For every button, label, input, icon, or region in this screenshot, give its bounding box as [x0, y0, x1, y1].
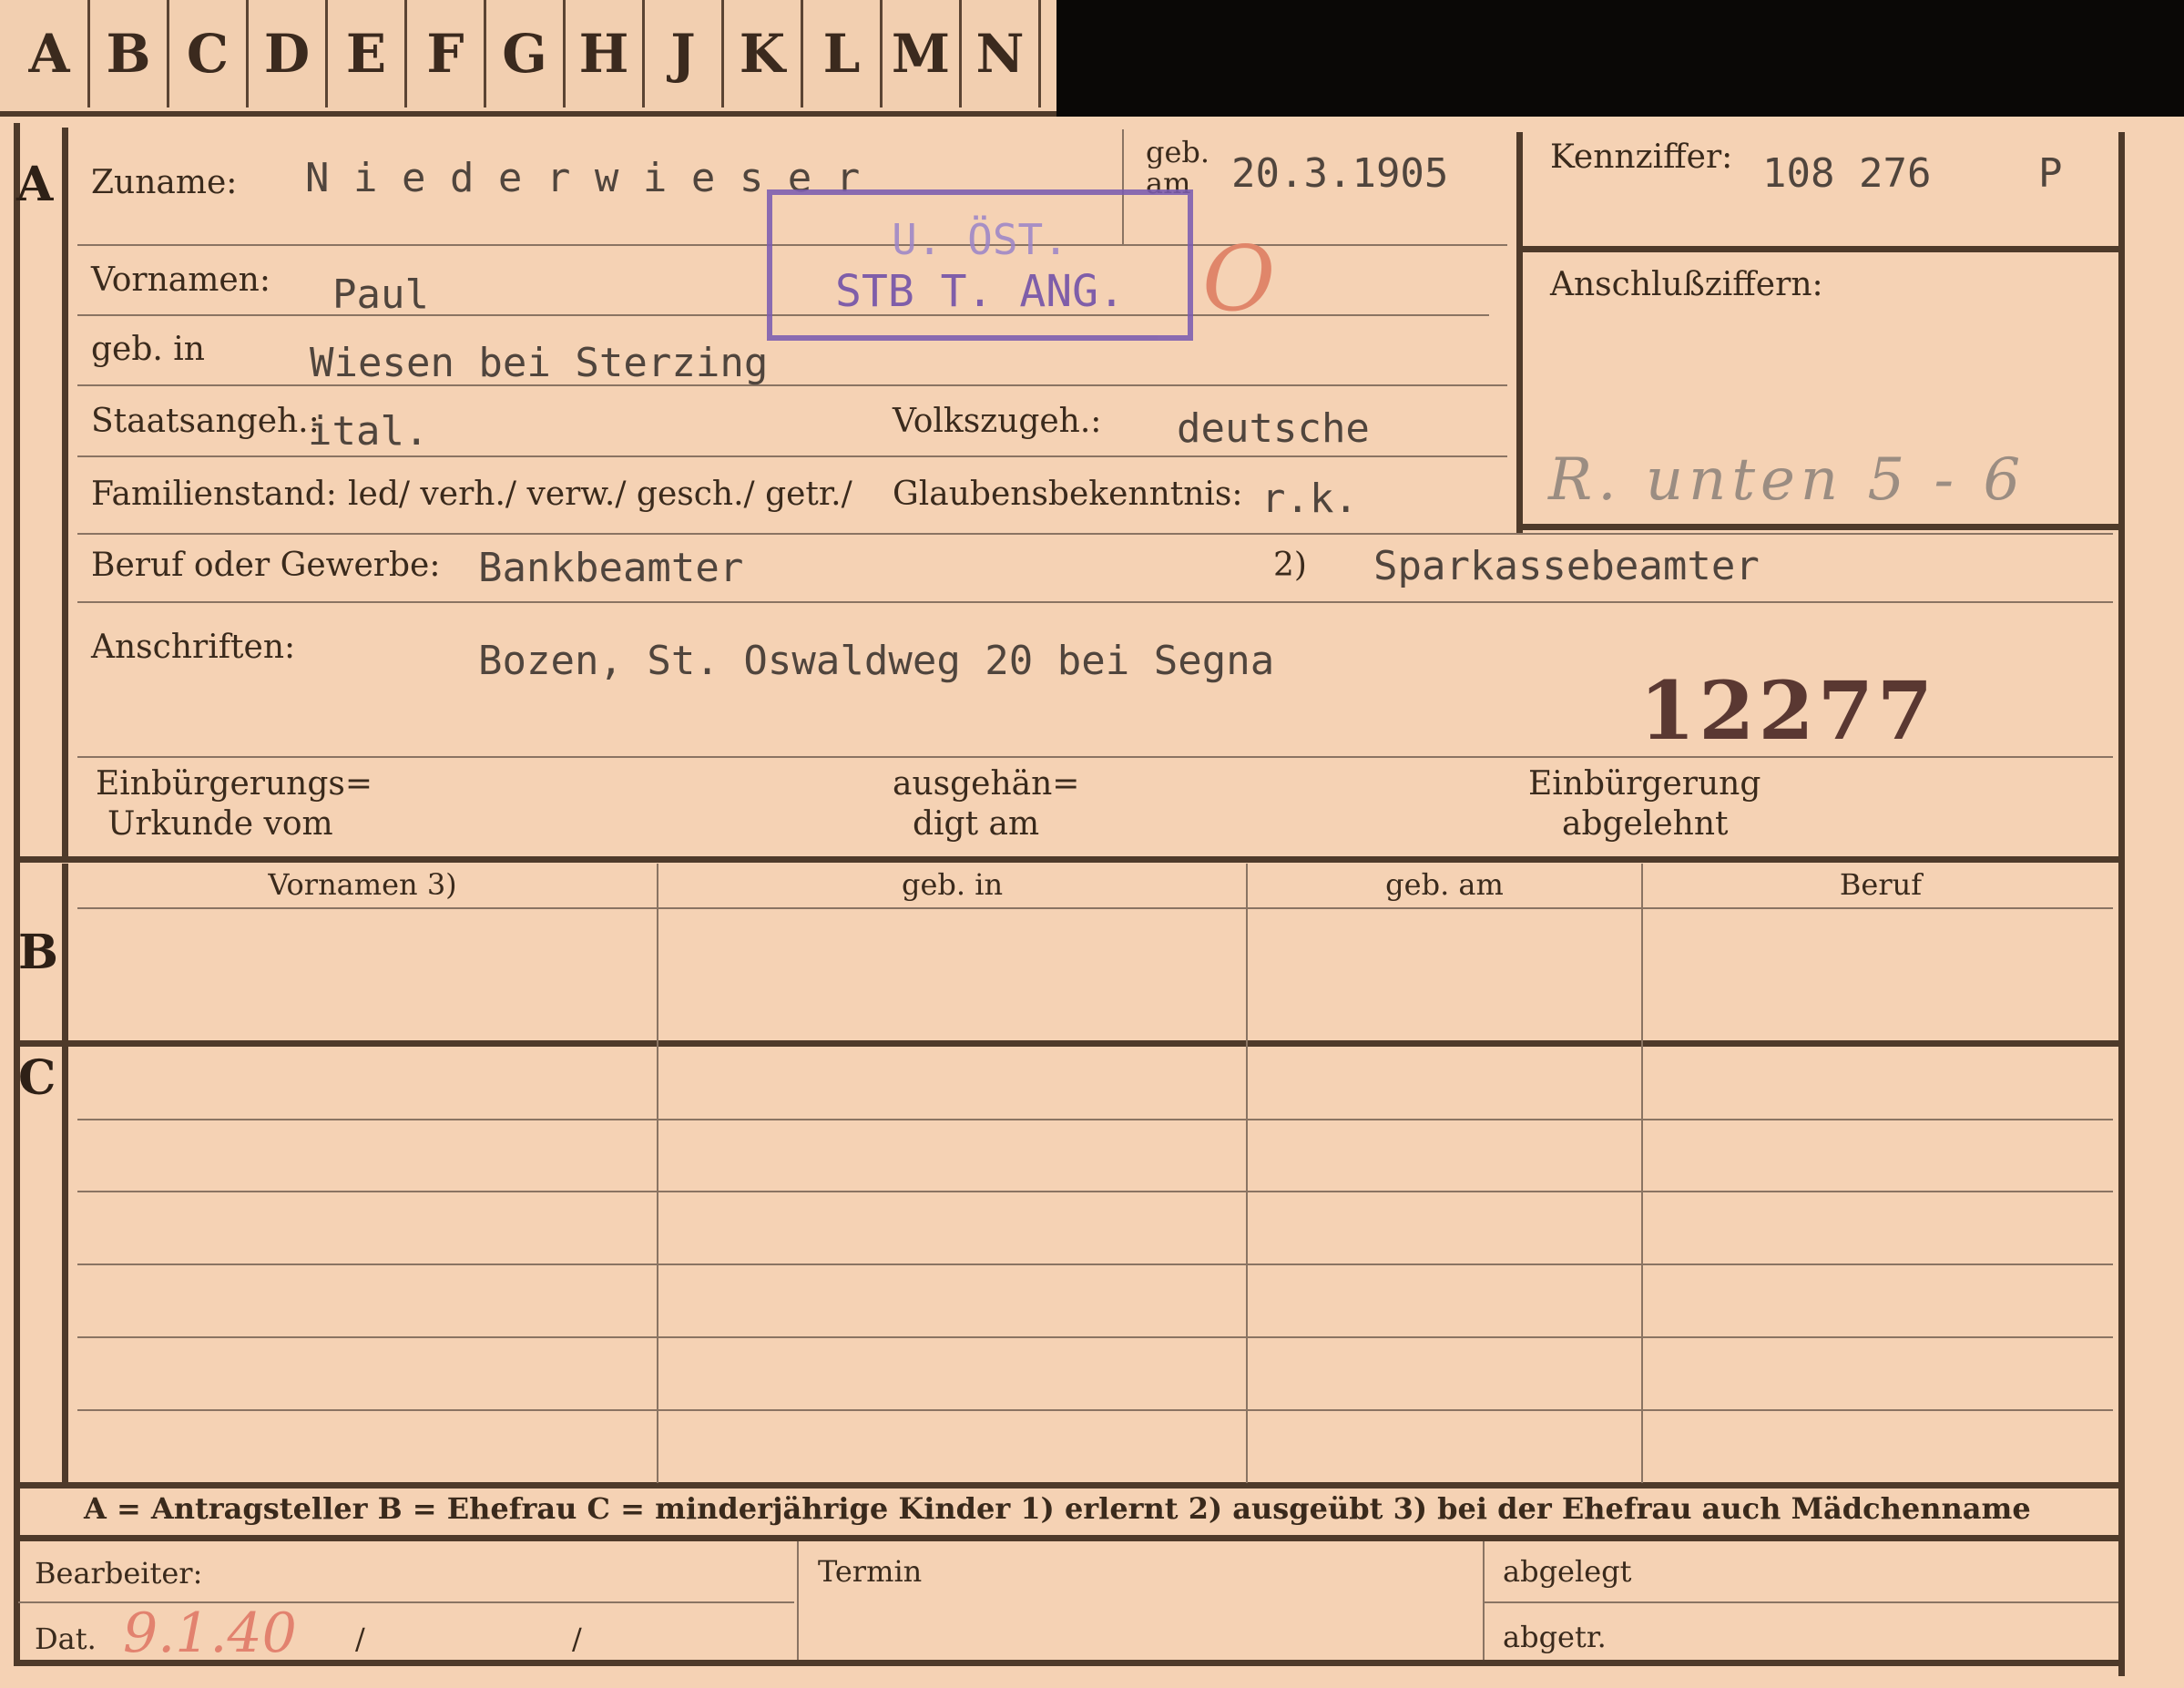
ausgehaend-label-1: ausgehän=	[893, 765, 1080, 803]
einb-urkunde-label-2: Urkunde vom	[107, 805, 333, 843]
einb-abgelehnt-label-1: Einbürgerung	[1528, 765, 1761, 803]
legend-bottom	[14, 1535, 2125, 1541]
footer-row-line-right	[1485, 1601, 2118, 1603]
tab-b[interactable]: B	[90, 0, 169, 107]
kennziffer-label: Kennziffer:	[1550, 138, 1733, 176]
section-bc-divider	[62, 864, 68, 1483]
einb-abgelehnt-label-2: abgelehnt	[1562, 805, 1729, 843]
termin-label: Termin	[818, 1554, 923, 1589]
glaubens-label: Glaubensbekenntnis:	[893, 476, 1243, 513]
anschrift-value[interactable]: Bozen, St. Oswaldweg 20 bei Segna	[478, 638, 1274, 684]
tab-k[interactable]: K	[724, 0, 803, 107]
volkszugeh-label: Volkszugeh.:	[893, 403, 1102, 440]
section-a-divider	[62, 128, 68, 856]
kennziffer-box-divider	[1516, 246, 2118, 252]
row-line-3	[77, 384, 1507, 386]
section-b-bottom	[14, 1040, 2125, 1047]
kennziffer-value[interactable]: 108 276	[1762, 150, 1931, 197]
familienstand-options: led/ verh./ verw./ gesch./ getr./	[348, 476, 852, 513]
tab-n[interactable]: N	[962, 0, 1041, 107]
kennziffer-box-bottom	[1516, 524, 2118, 530]
tab-e[interactable]: E	[328, 0, 407, 107]
table-header-vornamen: Vornamen 3)	[268, 867, 457, 902]
bearbeiter-label: Bearbeiter:	[35, 1556, 203, 1591]
tab-h[interactable]: H	[566, 0, 645, 107]
row-line-5	[77, 533, 2113, 535]
anschluss-handwritten: R. unten 5 - 6	[1548, 446, 2026, 514]
register-tabs: A B C D E F G H J K L M N	[0, 0, 1056, 121]
beruf-ausgeuebt-note: 2)	[1273, 547, 1307, 584]
beruf-ausgeuebt-value[interactable]: Sparkassebeamter	[1373, 543, 1760, 589]
table-row-line-3	[77, 1263, 2113, 1265]
kennziffer-box-left	[1516, 132, 1523, 533]
table-row-line-5	[77, 1409, 2113, 1411]
beruf-label: Beruf oder Gewerbe:	[91, 547, 441, 584]
einb-urkunde-label-1: Einbürgerungs=	[96, 765, 373, 803]
geb-in-value[interactable]: Wiesen bei Sterzing	[310, 340, 768, 386]
staatsangeh-label: Staatsangeh.:	[91, 403, 320, 440]
legend-text: A = Antragsteller B = Ehefrau C = minder…	[84, 1491, 2031, 1526]
staatsangeh-value[interactable]: ital.	[308, 408, 428, 455]
table-col-line-1	[657, 864, 658, 1483]
stamp-line-2: STB T. ANG.	[835, 266, 1125, 317]
kennziffer-suffix: P	[2038, 150, 2063, 197]
tab-a[interactable]: A	[11, 0, 90, 107]
vornamen-label: Vornamen:	[91, 261, 270, 299]
red-mark: O	[1202, 228, 1276, 332]
footer-bottom	[14, 1660, 2125, 1666]
geb-am-value[interactable]: 20.3.1905	[1231, 150, 1448, 197]
abgelegt-label: abgelegt	[1503, 1554, 1632, 1589]
anschluss-label: Anschlußziffern:	[1550, 266, 1823, 303]
section-a-marker: A	[16, 157, 54, 212]
dat-slash-2: /	[572, 1622, 582, 1656]
tab-c[interactable]: C	[169, 0, 249, 107]
glaubens-value[interactable]: r.k.	[1261, 476, 1358, 522]
table-col-line-3	[1641, 864, 1643, 1483]
table-header-beruf: Beruf	[1839, 867, 1923, 902]
table-header-geb-in: geb. in	[901, 867, 1004, 902]
volkszugeh-value[interactable]: deutsche	[1177, 405, 1370, 452]
beruf-value[interactable]: Bankbeamter	[478, 545, 743, 591]
footer-col-line-1	[797, 1541, 799, 1660]
tab-d[interactable]: D	[249, 0, 328, 107]
authority-stamp: U. ÖST. STB T. ANG.	[767, 189, 1193, 341]
dat-handwritten: 9.1.40	[123, 1601, 297, 1665]
tab-f[interactable]: F	[407, 0, 486, 107]
tab-l[interactable]: L	[803, 0, 883, 107]
table-header-geb-am: geb. am	[1385, 867, 1504, 902]
row-line-6	[77, 601, 2113, 603]
ausgehaend-label-2: digt am	[913, 805, 1040, 843]
zuname-label: Zuname:	[91, 164, 238, 201]
dat-slash-1: /	[355, 1622, 365, 1656]
abgetr-label: abgetr.	[1503, 1620, 1607, 1654]
vornamen-value[interactable]: Paul	[332, 271, 429, 318]
table-col-line-2	[1246, 864, 1248, 1483]
table-header-line	[77, 907, 2113, 909]
frame-left	[14, 123, 20, 1662]
geb-in-label: geb. in	[91, 331, 205, 368]
table-row-line-2	[77, 1191, 2113, 1192]
familienstand-label: Familienstand:	[91, 476, 337, 513]
table-row-line-1	[77, 1119, 2113, 1120]
anschriften-label: Anschriften:	[91, 629, 296, 666]
table-row-line-4	[77, 1336, 2113, 1338]
footer-col-line-2	[1483, 1541, 1485, 1660]
row-line-4	[77, 455, 1507, 457]
section-c-marker: C	[18, 1050, 56, 1106]
section-b-marker: B	[18, 925, 58, 980]
stamp-line-1: U. ÖST.	[892, 215, 1068, 264]
legend-top	[14, 1482, 2125, 1489]
record-number: 12277	[1639, 663, 1937, 758]
section-a-bottom	[14, 856, 2125, 863]
dat-label: Dat.	[35, 1622, 97, 1656]
frame-right	[2118, 132, 2125, 1676]
tab-j[interactable]: J	[645, 0, 724, 107]
tab-m[interactable]: M	[883, 0, 962, 107]
tab-g[interactable]: G	[486, 0, 566, 107]
